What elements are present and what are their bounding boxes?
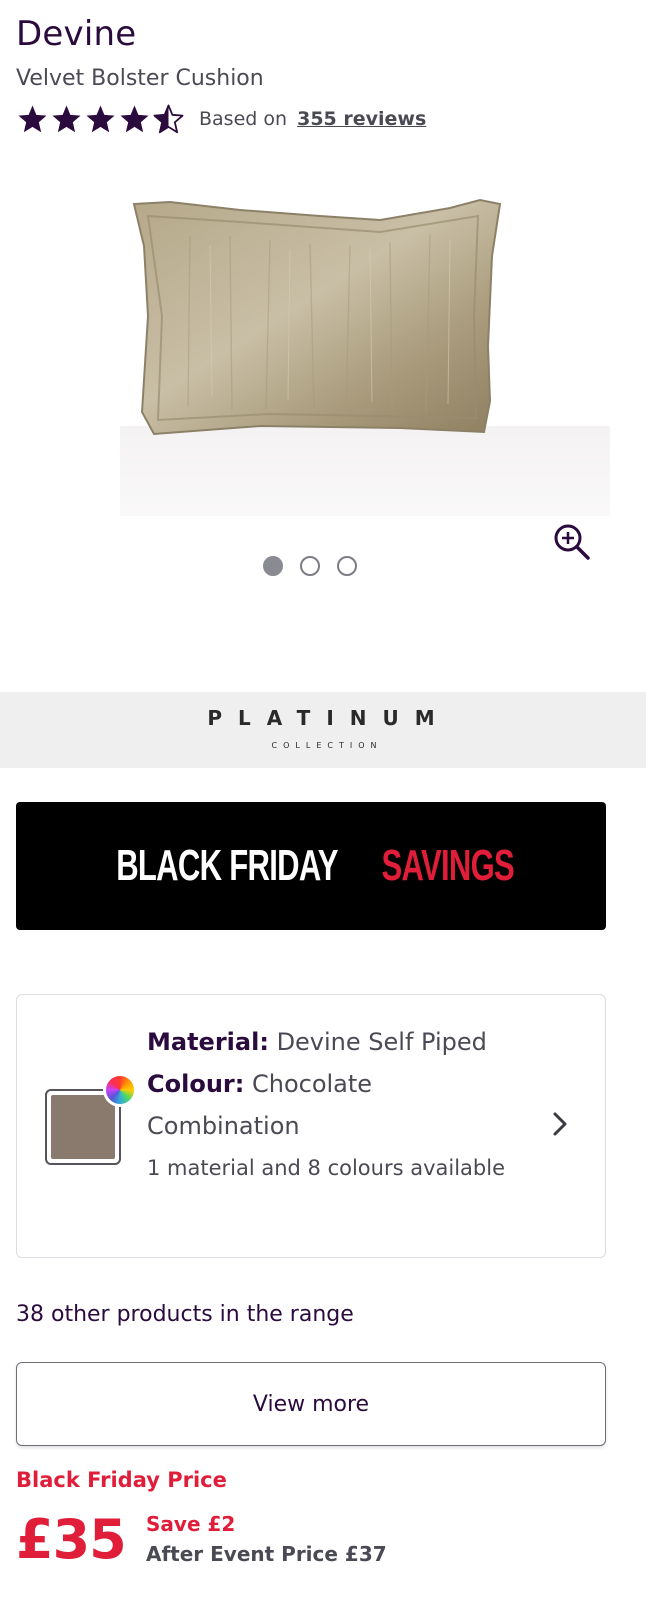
star-full-icon (52, 104, 81, 132)
chevron-right-icon (553, 1112, 567, 1136)
star-full-icon (86, 104, 115, 132)
material-line: Material: Devine Self Piped (147, 1021, 527, 1063)
current-price: £35 (16, 1508, 127, 1571)
cushion-image[interactable] (120, 196, 610, 516)
star-rating (16, 103, 185, 136)
colour-line: Colour: Chocolate Combination (147, 1063, 527, 1147)
range-count-text: 38 other products in the range (16, 1302, 354, 1327)
reviews-link[interactable]: 355 reviews (297, 108, 426, 130)
reviews-prefix: Based on (199, 108, 288, 130)
colour-label: Colour: (147, 1070, 245, 1098)
star-full-icon (120, 104, 149, 132)
rating-row: Based on 355 reviews (16, 102, 426, 136)
material-colour-selector[interactable]: Material: Devine Self Piped Colour: Choc… (16, 994, 606, 1258)
collection-subtitle: COLLECTION (271, 741, 383, 750)
star-full-icon (18, 104, 47, 132)
promo-text-red: SAVINGS (381, 841, 515, 890)
reviews-summary: Based on 355 reviews (199, 108, 426, 130)
zoom-in-icon[interactable] (552, 522, 592, 562)
availability-text: 1 material and 8 colours available (147, 1156, 506, 1180)
star-half-icon (153, 104, 184, 133)
platinum-collection-banner: PLATINUM COLLECTION (0, 692, 646, 768)
carousel-dot-2[interactable] (300, 556, 320, 576)
carousel-dots (263, 556, 357, 576)
black-friday-price-label: Black Friday Price (16, 1468, 227, 1492)
product-brand-title: Devine (16, 14, 137, 54)
save-amount: Save £2 (146, 1512, 236, 1536)
after-event-price: After Event Price £37 (146, 1542, 387, 1566)
material-label: Material: (147, 1028, 269, 1056)
carousel-dot-1[interactable] (263, 556, 283, 576)
material-value: Devine Self Piped (276, 1028, 487, 1056)
colour-wheel-icon (103, 1073, 137, 1107)
product-name: Velvet Bolster Cushion (16, 66, 264, 91)
collection-title: PLATINUM (207, 706, 451, 730)
swatch-fill (51, 1095, 115, 1159)
view-more-button[interactable]: View more (16, 1362, 606, 1446)
promo-banner-text: BLACK FRIDAY SAVINGS (95, 841, 527, 891)
promo-text-white: BLACK FRIDAY (116, 841, 338, 890)
carousel-dot-3[interactable] (337, 556, 357, 576)
black-friday-banner[interactable]: BLACK FRIDAY SAVINGS (16, 802, 606, 930)
option-details: Material: Devine Self Piped Colour: Choc… (147, 1021, 527, 1189)
